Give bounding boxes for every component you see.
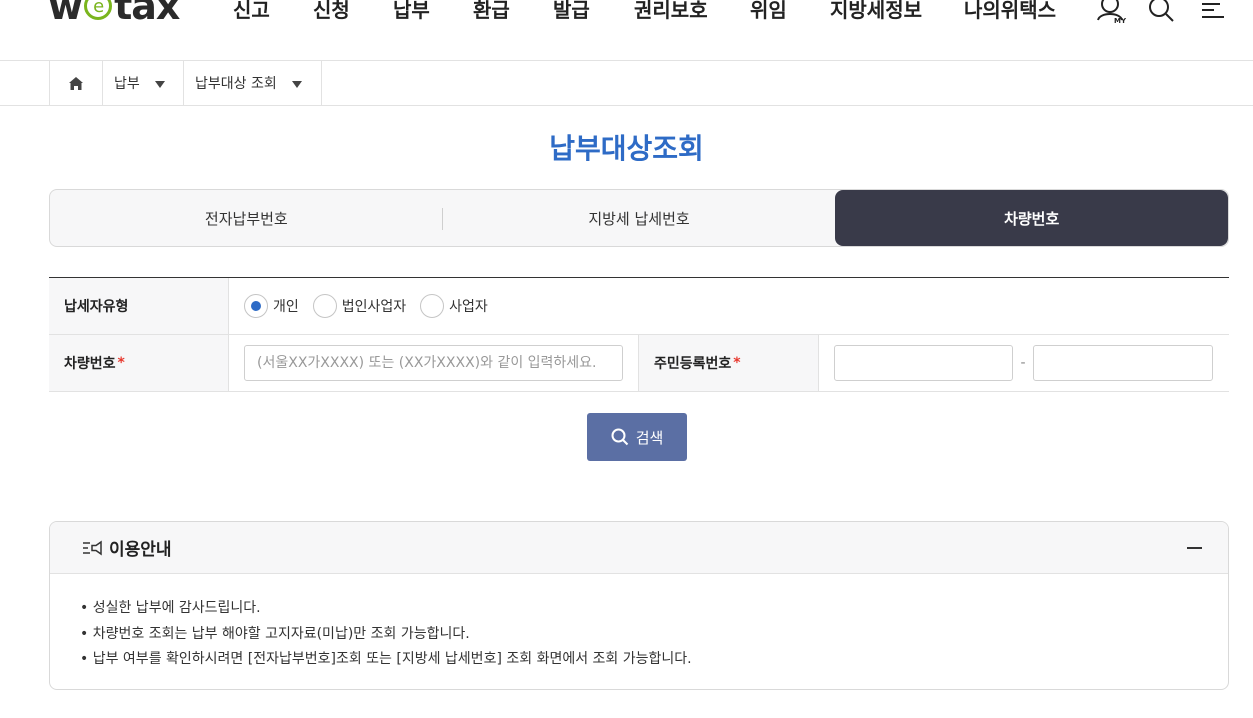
resident-number-label: 주민등록번호 * (639, 335, 819, 391)
required-mark: * (733, 355, 741, 371)
home-icon (69, 76, 83, 90)
usage-guide-list: 성실한 납부에 감사드립니다. 차량번호 조회는 납부 해야할 고지자료(미납)… (50, 574, 1228, 673)
header-icons: MY (1096, 0, 1236, 32)
search-type-tabs: 전자납부번호 지방세 납세번호 차량번호 (49, 189, 1229, 247)
radio-label-corporate-business[interactable]: 법인사업자 (342, 296, 406, 316)
search-button[interactable]: 검색 (587, 413, 687, 461)
breadcrumb-item-pay[interactable]: 납부 (103, 61, 184, 105)
radio-label-individual[interactable]: 개인 (273, 296, 299, 316)
resident-number-separator: - (1020, 355, 1026, 371)
form-row-taxpayer-type: 납세자유형 개인 법인사업자 사업자 (49, 278, 1229, 335)
nav-item-issue[interactable]: 발급 (553, 0, 634, 23)
taxpayer-type-radio-group: 개인 법인사업자 사업자 (244, 294, 502, 318)
tab-vehicle-number[interactable]: 차량번호 (835, 190, 1228, 246)
usage-guide-panel: 이용안내 성실한 납부에 감사드립니다. 차량번호 조회는 납부 해야할 고지자… (49, 521, 1229, 690)
collapse-icon[interactable] (1187, 547, 1202, 549)
breadcrumb-home[interactable] (50, 61, 103, 105)
nav-item-delegate[interactable]: 위임 (750, 0, 830, 23)
guide-item: 납부 여부를 확인하시려면 [전자납부번호]조회 또는 [지방세 납세번호] 조… (80, 647, 1200, 673)
radio-corporate-business[interactable] (312, 294, 337, 318)
radio-business[interactable] (420, 294, 445, 318)
logo-e-mark: e (84, 0, 113, 20)
required-mark: * (117, 355, 125, 371)
breadcrumb-item-payment-target[interactable]: 납부대상 조회 (184, 61, 322, 105)
nav-item-rights[interactable]: 권리보호 (634, 0, 750, 23)
nav-item-apply[interactable]: 신청 (313, 0, 393, 23)
wetax-logo[interactable]: w e tax (48, 0, 180, 28)
tab-local-tax-number[interactable]: 지방세 납세번호 (443, 190, 836, 246)
usage-guide-header[interactable]: 이용안내 (50, 522, 1228, 574)
page-title: 납부대상조회 (549, 132, 704, 165)
search-form: 납세자유형 개인 법인사업자 사업자 차량번호* 주민등록번호* - (49, 277, 1229, 392)
logo-suffix: tax (114, 0, 180, 28)
megaphone-icon (83, 540, 102, 555)
search-icon (611, 428, 628, 446)
vehicle-number-label: 차량번호 * (49, 335, 229, 391)
guide-item: 차량번호 조회는 납부 해야할 고지자료(미납)만 조회 가능합니다. (80, 622, 1200, 648)
form-row-vehicle: 차량번호* 주민등록번호* - (49, 335, 1229, 392)
breadcrumb-label: 납부대상 조회 (195, 76, 277, 92)
resident-number-front-input[interactable] (834, 345, 1013, 381)
search-button-label: 검색 (635, 429, 664, 447)
resident-number-back-input[interactable] (1033, 345, 1213, 381)
nav-item-local-tax-info[interactable]: 지방세정보 (830, 0, 964, 23)
usage-guide-title: 이용안내 (109, 540, 172, 560)
radio-label-business[interactable]: 사업자 (449, 296, 488, 316)
site-header: w e tax 신고 신청 납부 환급 발급 권리보호 위임 지방세정보 나의위… (0, 0, 1253, 61)
taxpayer-type-label: 납세자유형 (49, 278, 229, 334)
radio-individual[interactable] (244, 294, 268, 318)
nav-item-my-wetax[interactable]: 나의위택스 (964, 0, 1074, 23)
main-nav: 신고 신청 납부 환급 발급 권리보호 위임 지방세정보 나의위택스 (233, 0, 1074, 23)
search-icon[interactable] (1149, 0, 1174, 22)
breadcrumb: 납부 납부대상 조회 (49, 61, 322, 106)
logo-prefix: w (48, 0, 83, 28)
breadcrumb-divider (0, 105, 1253, 106)
nav-item-pay[interactable]: 납부 (393, 0, 473, 23)
chevron-down-icon (292, 81, 302, 88)
tab-electronic-payment-number[interactable]: 전자납부번호 (50, 190, 443, 246)
nav-item-report[interactable]: 신고 (233, 0, 313, 23)
breadcrumb-label: 납부 (114, 76, 140, 92)
my-label: MY (1114, 17, 1127, 25)
nav-item-refund[interactable]: 환급 (473, 0, 553, 23)
menu-icon[interactable] (1202, 3, 1224, 18)
vehicle-number-input[interactable] (244, 345, 623, 381)
chevron-down-icon (155, 81, 165, 88)
guide-item: 성실한 납부에 감사드립니다. (80, 596, 1200, 622)
user-icon[interactable]: MY (1097, 0, 1127, 25)
